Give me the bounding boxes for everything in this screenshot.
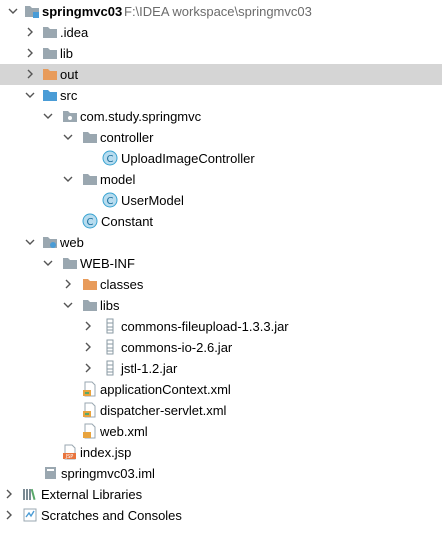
user-model-label: UserModel	[121, 193, 184, 208]
tree-node-constant[interactable]: C Constant	[0, 211, 442, 232]
chevron-right-icon[interactable]	[83, 363, 93, 373]
jar-io-label: commons-io-2.6.jar	[121, 340, 233, 355]
jar-icon	[102, 360, 118, 376]
class-icon: C	[82, 213, 98, 229]
chevron-right-icon[interactable]	[83, 321, 93, 331]
package-label: com.study.springmvc	[80, 109, 202, 124]
tree-node-jar-fileupload[interactable]: commons-fileupload-1.3.3.jar	[0, 316, 442, 337]
tree-node-dispatcher-servlet[interactable]: dispatcher-servlet.xml	[0, 400, 442, 421]
model-label: model	[100, 172, 136, 187]
chevron-right-icon[interactable]	[25, 27, 35, 37]
tree-node-controller[interactable]: controller	[0, 127, 442, 148]
tree-node-web-inf[interactable]: WEB-INF	[0, 253, 442, 274]
tree-node-jar-jstl[interactable]: jstl-1.2.jar	[0, 358, 442, 379]
chevron-right-icon[interactable]	[63, 279, 73, 289]
chevron-down-icon[interactable]	[63, 132, 73, 142]
tree-node-model[interactable]: model	[0, 169, 442, 190]
svg-text:C: C	[87, 217, 94, 228]
tree-node-package[interactable]: com.study.springmvc	[0, 106, 442, 127]
application-context-label: applicationContext.xml	[100, 382, 231, 397]
project-tree: springmvc03 F:\IDEA workspace\springmvc0…	[0, 0, 442, 537]
tree-node-classes[interactable]: classes	[0, 274, 442, 295]
jar-icon	[102, 339, 118, 355]
libraries-icon	[22, 486, 38, 502]
chevron-down-icon[interactable]	[43, 258, 53, 268]
svg-text:C: C	[107, 196, 114, 207]
excluded-folder-icon	[82, 276, 98, 292]
chevron-right-icon[interactable]	[4, 489, 14, 499]
web-label: web	[60, 235, 84, 250]
index-jsp-label: index.jsp	[80, 445, 132, 460]
svg-text:C: C	[107, 154, 114, 165]
chevron-right-icon[interactable]	[4, 510, 14, 520]
chevron-down-icon[interactable]	[63, 174, 73, 184]
tree-node-web-xml[interactable]: web.xml	[0, 421, 442, 442]
jar-jstl-label: jstl-1.2.jar	[121, 361, 178, 376]
tree-node-external-libraries[interactable]: External Libraries	[0, 484, 442, 505]
package-icon	[62, 108, 78, 124]
module-file-icon	[42, 465, 58, 481]
excluded-folder-icon	[42, 66, 58, 82]
tree-node-scratches[interactable]: Scratches and Consoles	[0, 505, 442, 526]
class-icon: C	[102, 150, 118, 166]
jar-icon	[102, 318, 118, 334]
constant-label: Constant	[101, 214, 154, 229]
web-xml-label: web.xml	[100, 424, 148, 439]
tree-node-index-jsp[interactable]: JSP index.jsp	[0, 442, 442, 463]
chevron-right-icon[interactable]	[83, 342, 93, 352]
xml-icon	[82, 423, 98, 439]
web-folder-icon	[42, 234, 58, 250]
chevron-down-icon[interactable]	[43, 111, 53, 121]
lib-label: lib	[60, 46, 74, 61]
iml-label: springmvc03.iml	[61, 466, 155, 481]
web-inf-label: WEB-INF	[80, 256, 135, 271]
chevron-right-icon[interactable]	[25, 48, 35, 58]
root-path: F:\IDEA workspace\springmvc03	[124, 4, 312, 19]
tree-node-application-context[interactable]: applicationContext.xml	[0, 379, 442, 400]
chevron-down-icon[interactable]	[8, 6, 18, 16]
source-folder-icon	[42, 87, 58, 103]
tree-node-src[interactable]: src	[0, 85, 442, 106]
tree-node-iml[interactable]: springmvc03.iml	[0, 463, 442, 484]
classes-label: classes	[100, 277, 144, 292]
folder-icon	[82, 297, 98, 313]
out-label: out	[60, 67, 79, 82]
idea-label: .idea	[60, 25, 89, 40]
svg-text:JSP: JSP	[65, 454, 74, 460]
upload-image-controller-label: UploadImageController	[121, 151, 255, 166]
jsp-icon: JSP	[62, 444, 78, 460]
folder-icon	[42, 45, 58, 61]
chevron-down-icon[interactable]	[25, 90, 35, 100]
scratches-icon	[22, 507, 38, 523]
root-label: springmvc03	[42, 4, 123, 19]
tree-node-web[interactable]: web	[0, 232, 442, 253]
tree-node-jar-io[interactable]: commons-io-2.6.jar	[0, 337, 442, 358]
chevron-down-icon[interactable]	[63, 300, 73, 310]
libs-label: libs	[100, 298, 120, 313]
controller-label: controller	[100, 130, 154, 145]
folder-icon	[42, 24, 58, 40]
tree-node-idea[interactable]: .idea	[0, 22, 442, 43]
chevron-down-icon[interactable]	[25, 237, 35, 247]
tree-node-out[interactable]: out	[0, 64, 442, 85]
folder-icon	[82, 171, 98, 187]
scratches-label: Scratches and Consoles	[41, 508, 182, 523]
class-icon: C	[102, 192, 118, 208]
tree-node-upload-image-controller[interactable]: C UploadImageController	[0, 148, 442, 169]
chevron-right-icon[interactable]	[25, 69, 35, 79]
tree-node-root[interactable]: springmvc03 F:\IDEA workspace\springmvc0…	[0, 1, 442, 22]
dispatcher-servlet-label: dispatcher-servlet.xml	[100, 403, 227, 418]
folder-icon	[62, 255, 78, 271]
jar-fileupload-label: commons-fileupload-1.3.3.jar	[121, 319, 289, 334]
module-folder-icon	[24, 3, 40, 19]
external-libraries-label: External Libraries	[41, 487, 143, 502]
src-label: src	[60, 88, 78, 103]
tree-node-libs[interactable]: libs	[0, 295, 442, 316]
folder-icon	[82, 129, 98, 145]
xml-icon	[82, 402, 98, 418]
tree-node-user-model[interactable]: C UserModel	[0, 190, 442, 211]
xml-icon	[82, 381, 98, 397]
tree-node-lib[interactable]: lib	[0, 43, 442, 64]
